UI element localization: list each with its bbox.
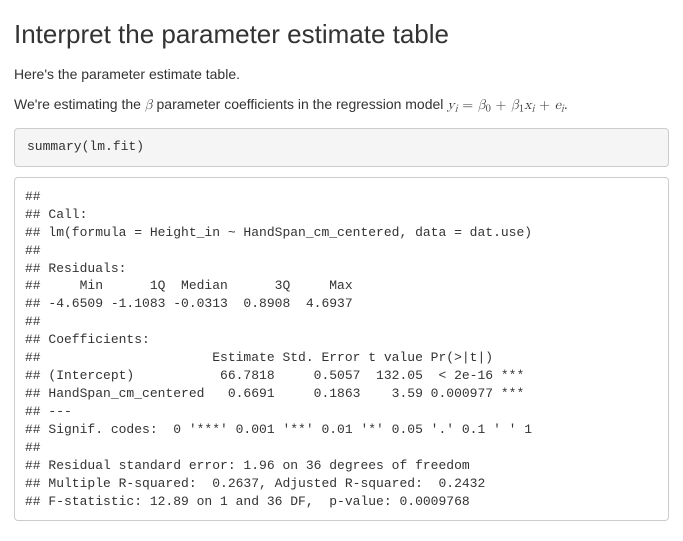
regression-equation: yi = β0 + β1xi + ei (447, 98, 564, 112)
text-mid: parameter coefficients in the regression… (153, 96, 448, 112)
intro-text: Here's the parameter estimate table. (14, 65, 669, 85)
eq-b1: β (511, 98, 519, 112)
r-code-input[interactable]: summary(lm.fit) (14, 128, 669, 168)
eq-b0: β (478, 98, 486, 112)
eq-y: y (447, 98, 454, 112)
model-description: We're estimating the β parameter coeffic… (14, 95, 669, 118)
eq-x: x (524, 98, 531, 112)
eq-equals: = (458, 98, 478, 112)
beta-symbol: β (145, 98, 153, 112)
text-suffix: . (564, 96, 568, 112)
eq-plus2: + (534, 98, 554, 112)
text-prefix: We're estimating the (14, 96, 145, 112)
section-heading: Interpret the parameter estimate table (14, 16, 669, 53)
eq-plus1: + (491, 98, 511, 112)
r-code-output: ## ## Call: ## lm(formula = Height_in ~ … (14, 177, 669, 521)
